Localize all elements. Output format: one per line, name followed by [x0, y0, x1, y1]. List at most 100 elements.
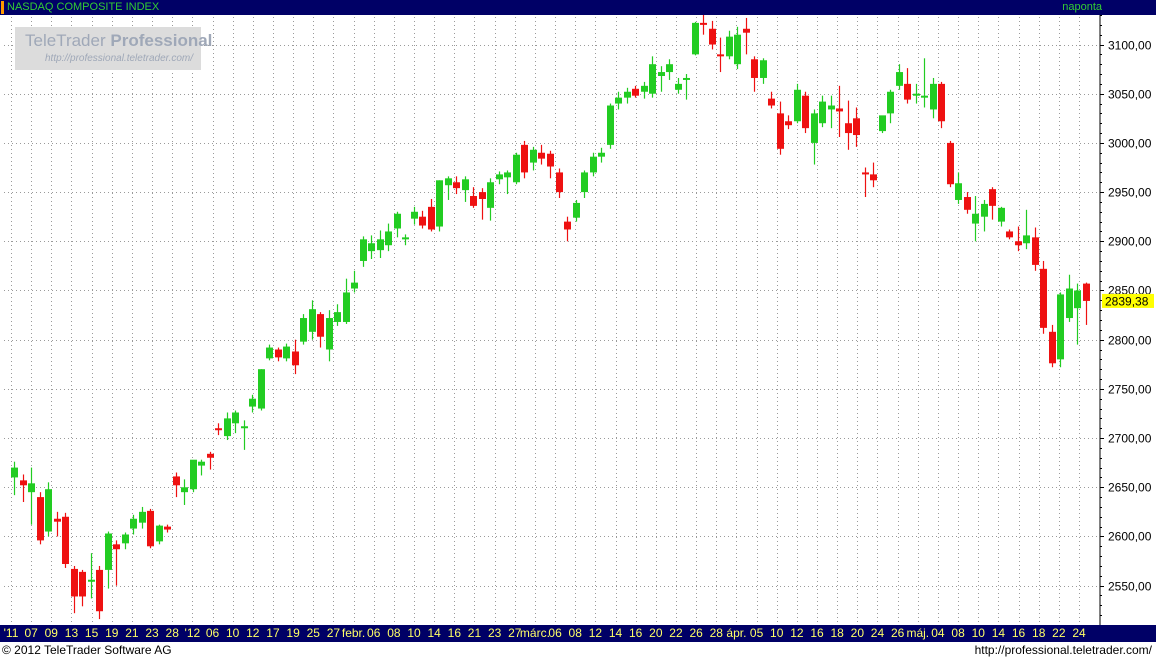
candle-body: [1057, 294, 1064, 360]
candle-body: [794, 89, 801, 122]
title-bar: NASDAQ COMPOSITE INDEX naponta: [0, 0, 1156, 15]
candle-body: [351, 282, 358, 289]
candle-body: [862, 172, 869, 175]
candle-body: [37, 497, 44, 541]
candle-body: [224, 418, 231, 437]
candle-body: [887, 91, 894, 114]
candle-body: [641, 85, 648, 92]
x-tick-label: 16: [448, 626, 462, 640]
candle-body: [232, 412, 239, 424]
candle-up: [300, 314, 307, 345]
candle-body: [683, 77, 690, 80]
x-tick-label: 13: [65, 626, 79, 640]
candle-body: [241, 426, 248, 429]
candle-body: [275, 349, 282, 358]
candle-body: [649, 64, 656, 94]
candle-body: [845, 123, 852, 134]
x-tick-label: 26: [689, 626, 703, 640]
x-tick-label: 27: [327, 626, 341, 640]
candle-body: [947, 142, 954, 185]
candle-up: [436, 180, 443, 232]
candle-body: [156, 525, 163, 542]
x-tick-label: 28: [710, 626, 724, 640]
logo-brand-bold: Professional: [110, 31, 213, 50]
x-tick-label: 17: [266, 626, 280, 640]
candle-up: [513, 152, 520, 185]
candle-body: [198, 461, 205, 466]
x-tick-label: 26: [891, 626, 905, 640]
y-tick-label: 2650,00: [1108, 481, 1152, 495]
site-url-link[interactable]: http://professional.teletrader.com/: [975, 642, 1152, 659]
candle-body: [360, 239, 367, 261]
candle-body: [573, 202, 580, 218]
candle-body: [615, 97, 622, 104]
x-tick-label: 09: [45, 626, 59, 640]
candle-body: [504, 172, 511, 178]
interval-label[interactable]: naponta: [1062, 0, 1102, 15]
x-axis: '11 07 09 13 15 19 21 23 28 '12 06 10 12 17 19 25 27 febr…: [4, 626, 1086, 640]
candle-body: [1074, 290, 1081, 309]
y-tick-label: 2950,00: [1108, 186, 1152, 200]
candle-body: [496, 174, 503, 180]
x-tick-label: 08: [569, 626, 583, 640]
candle-body: [292, 351, 299, 366]
candle-up: [607, 103, 614, 149]
candle-body: [675, 83, 682, 90]
y-tick-label: 3100,00: [1108, 39, 1152, 53]
x-tick-label: 05: [750, 626, 764, 640]
candle-body: [283, 346, 290, 359]
candle-body: [853, 118, 860, 136]
candle-body: [1006, 231, 1013, 238]
candle-down: [62, 512, 69, 568]
x-tick-label: 18: [1032, 626, 1046, 640]
candle-body: [836, 108, 843, 112]
last-price-label: 2839,38: [1105, 294, 1149, 308]
candle-body: [734, 34, 741, 65]
candle-up: [692, 21, 699, 56]
x-tick-label: febr.: [342, 626, 365, 640]
candle-body: [692, 22, 699, 55]
candle-body: [760, 60, 767, 78]
x-tick-label: 24: [871, 626, 885, 640]
candle-body: [436, 180, 443, 227]
chart-canvas[interactable]: 2550,00 2600,00 2650,00 2700,00 2750,00 2800,…: [0, 0, 1156, 659]
copyright-text: © 2012 TeleTrader Software AG: [2, 643, 172, 657]
candle-body: [811, 113, 818, 143]
candle-body: [666, 64, 673, 73]
candle-body: [45, 489, 52, 532]
teletrader-logo: TeleTrader Professional http://professio…: [15, 27, 212, 70]
x-tick-label: '12: [185, 626, 201, 640]
candle-body: [428, 206, 435, 230]
x-tick-label: 16: [1012, 626, 1026, 640]
candle-body: [343, 292, 350, 322]
candle-body: [955, 183, 962, 200]
candle-down: [802, 91, 809, 134]
chart-window: 2550,00 2600,00 2650,00 2700,00 2750,00 2800,…: [0, 0, 1156, 659]
candle-body: [556, 172, 563, 193]
candle-body: [547, 153, 554, 167]
candle-body: [470, 196, 477, 206]
candle-body: [453, 182, 460, 189]
candle-body: [88, 579, 95, 582]
x-tick-label: 19: [105, 626, 119, 640]
y-tick-label: 2750,00: [1108, 383, 1152, 397]
x-tick-label: 06: [367, 626, 381, 640]
candle-body: [96, 569, 103, 612]
candle-body: [709, 28, 716, 45]
candle-body: [998, 207, 1005, 222]
candle-body: [590, 156, 597, 173]
candle-body: [624, 91, 631, 98]
candle-body: [802, 95, 809, 129]
candle-up: [258, 369, 265, 411]
candle-body: [964, 197, 971, 210]
x-tick-label: 16: [810, 626, 824, 640]
x-tick-label: 10: [770, 626, 784, 640]
x-tick-label: 12: [589, 626, 603, 640]
candle-body: [113, 544, 120, 550]
title-accent-mark: [1, 1, 4, 14]
candle-down: [947, 140, 954, 188]
logo-brand-light: TeleTrader: [25, 31, 106, 50]
x-tick-label: máj.: [906, 626, 929, 640]
candle-body: [521, 144, 528, 173]
x-tick-label: 21: [125, 626, 139, 640]
